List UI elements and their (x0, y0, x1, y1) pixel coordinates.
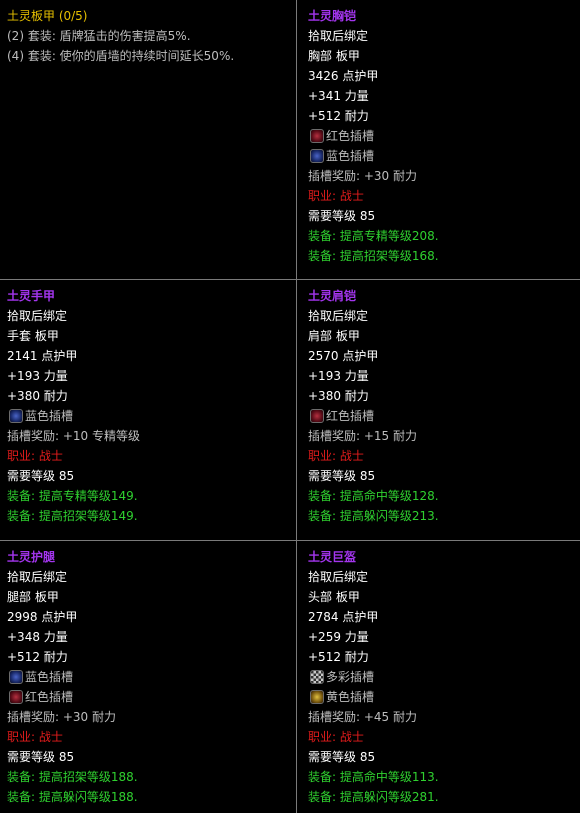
strength-stat: +193 力量 (7, 369, 68, 383)
set-bonus-4: (4) 套装: 使你的盾墙的持续时间延长50%. (7, 49, 235, 63)
strength-stat: +341 力量 (308, 89, 369, 103)
item-name: 土灵护腿 (7, 550, 56, 564)
blue-socket-icon (9, 409, 23, 423)
socket-label: 蓝色插槽 (25, 409, 74, 423)
armor-value: 2998 点护甲 (7, 610, 78, 624)
item-slot: 肩部 板甲 (308, 329, 360, 343)
socket-label: 蓝色插槽 (25, 670, 74, 684)
socket-label: 蓝色插槽 (326, 149, 375, 163)
strength-stat: +259 力量 (308, 630, 369, 644)
equip-effect: 装备: 提高命中等级128. (308, 489, 439, 503)
strength-stat: +193 力量 (308, 369, 369, 383)
stamina-stat: +380 耐力 (7, 389, 68, 403)
equip-effect: 装备: 提高躲闪等级281. (308, 790, 439, 804)
socket-row: 蓝色插槽 (308, 146, 580, 166)
bind-type: 拾取后绑定 (308, 309, 369, 323)
socket-label: 红色插槽 (326, 129, 375, 143)
class-requirement: 职业: 战士 (308, 730, 364, 744)
armor-value: 2570 点护甲 (308, 349, 379, 363)
item-name: 土灵手甲 (7, 289, 56, 303)
set-bonus-panel: 土灵板甲 (0/5) (2) 套装: 盾牌猛击的伤害提高5%. (4) 套装: … (0, 0, 296, 279)
item-tooltip-grid: 土灵板甲 (0/5) (2) 套装: 盾牌猛击的伤害提高5%. (4) 套装: … (0, 0, 580, 813)
socket-row: 黄色插槽 (308, 687, 580, 707)
socket-bonus: 插槽奖励: +30 耐力 (308, 169, 417, 183)
bind-type: 拾取后绑定 (308, 570, 369, 584)
socket-row: 红色插槽 (7, 687, 296, 707)
equip-effect: 装备: 提高专精等级208. (308, 229, 439, 243)
socket-row: 多彩插槽 (308, 667, 580, 687)
stamina-stat: +512 耐力 (308, 109, 369, 123)
socket-bonus: 插槽奖励: +30 耐力 (7, 710, 116, 724)
class-requirement: 职业: 战士 (308, 189, 364, 203)
socket-row: 蓝色插槽 (7, 406, 296, 426)
socket-label: 红色插槽 (326, 409, 375, 423)
class-requirement: 职业: 战士 (308, 449, 364, 463)
equip-effect: 装备: 提高命中等级113. (308, 770, 439, 784)
item-name: 土灵肩铠 (308, 289, 357, 303)
yellow-socket-icon (310, 690, 324, 704)
bind-type: 拾取后绑定 (7, 570, 68, 584)
level-requirement: 需要等级 85 (308, 469, 376, 483)
socket-label: 多彩插槽 (326, 670, 375, 684)
item-tooltip-hands: 土灵手甲 拾取后绑定 手套 板甲 2141 点护甲 +193 力量 +380 耐… (0, 279, 296, 540)
stamina-stat: +380 耐力 (308, 389, 369, 403)
socket-row: 红色插槽 (308, 126, 580, 146)
level-requirement: 需要等级 85 (7, 469, 75, 483)
armor-value: 2784 点护甲 (308, 610, 379, 624)
socket-row: 蓝色插槽 (7, 667, 296, 687)
equip-effect: 装备: 提高专精等级149. (7, 489, 138, 503)
equip-effect: 装备: 提高招架等级149. (7, 509, 138, 523)
item-tooltip-shoulders: 土灵肩铠 拾取后绑定 肩部 板甲 2570 点护甲 +193 力量 +380 耐… (296, 279, 580, 540)
class-requirement: 职业: 战士 (7, 449, 63, 463)
strength-stat: +348 力量 (7, 630, 68, 644)
level-requirement: 需要等级 85 (7, 750, 75, 764)
armor-value: 3426 点护甲 (308, 69, 379, 83)
item-name: 土灵胸铠 (308, 9, 357, 23)
item-tooltip-chest: 土灵胸铠 拾取后绑定 胸部 板甲 3426 点护甲 +341 力量 +512 耐… (296, 0, 580, 279)
item-name: 土灵巨盔 (308, 550, 357, 564)
socket-label: 红色插槽 (25, 690, 74, 704)
blue-socket-icon (310, 149, 324, 163)
item-slot: 手套 板甲 (7, 329, 59, 343)
bind-type: 拾取后绑定 (7, 309, 68, 323)
meta-socket-icon (310, 670, 324, 684)
blue-socket-icon (9, 670, 23, 684)
socket-bonus: 插槽奖励: +15 耐力 (308, 429, 417, 443)
class-requirement: 职业: 战士 (7, 730, 63, 744)
socket-bonus: 插槽奖励: +45 耐力 (308, 710, 417, 724)
socket-bonus: 插槽奖励: +10 专精等级 (7, 429, 140, 443)
item-tooltip-legs: 土灵护腿 拾取后绑定 腿部 板甲 2998 点护甲 +348 力量 +512 耐… (0, 540, 296, 813)
level-requirement: 需要等级 85 (308, 209, 376, 223)
equip-effect: 装备: 提高招架等级168. (308, 249, 439, 263)
stamina-stat: +512 耐力 (308, 650, 369, 664)
equip-effect: 装备: 提高躲闪等级188. (7, 790, 138, 804)
set-bonus-2: (2) 套装: 盾牌猛击的伤害提高5%. (7, 29, 191, 43)
red-socket-icon (310, 409, 324, 423)
red-socket-icon (310, 129, 324, 143)
bind-type: 拾取后绑定 (308, 29, 369, 43)
level-requirement: 需要等级 85 (308, 750, 376, 764)
armor-value: 2141 点护甲 (7, 349, 78, 363)
equip-effect: 装备: 提高招架等级188. (7, 770, 138, 784)
socket-label: 黄色插槽 (326, 690, 375, 704)
equip-effect: 装备: 提高躲闪等级213. (308, 509, 439, 523)
socket-row: 红色插槽 (308, 406, 580, 426)
item-tooltip-head: 土灵巨盔 拾取后绑定 头部 板甲 2784 点护甲 +259 力量 +512 耐… (296, 540, 580, 813)
item-slot: 头部 板甲 (308, 590, 360, 604)
item-slot: 腿部 板甲 (7, 590, 59, 604)
set-title: 土灵板甲 (0/5) (7, 9, 88, 23)
red-socket-icon (9, 690, 23, 704)
item-slot: 胸部 板甲 (308, 49, 360, 63)
stamina-stat: +512 耐力 (7, 650, 68, 664)
